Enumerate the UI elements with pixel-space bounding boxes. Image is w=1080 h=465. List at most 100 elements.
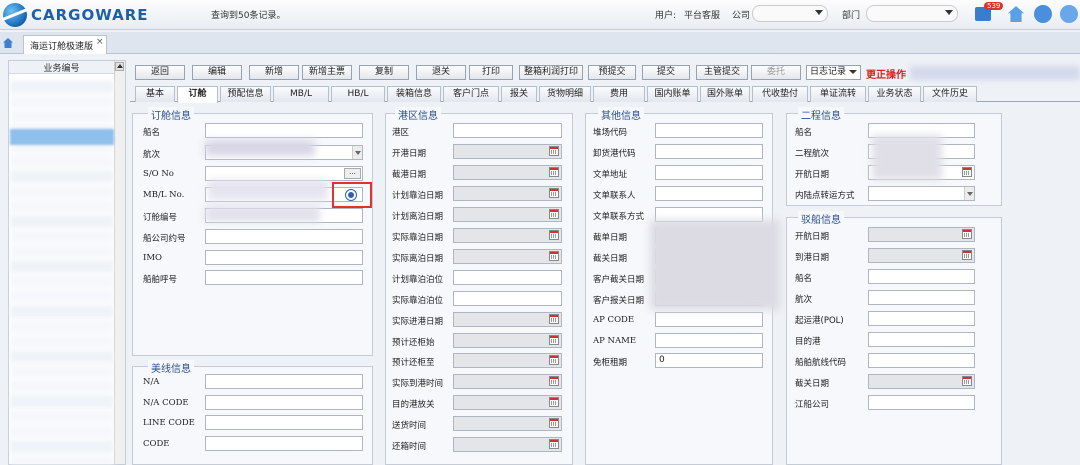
list-item[interactable] [10,350,114,363]
toolbar-button-5[interactable]: 退关 [416,65,466,80]
toolbar-button-7[interactable]: 整箱利润打印 [519,65,583,80]
calendar-icon[interactable] [962,376,972,386]
sidebar-scrollbar[interactable] [114,61,125,464]
toolbar-button-8[interactable]: 预提交 [588,65,636,80]
list-item[interactable] [10,260,114,273]
form-tab-9[interactable]: 费用 [593,86,645,102]
booking-input-5[interactable] [205,229,363,244]
form-tab-12[interactable]: 代收垫付 [752,86,808,102]
other-input-1[interactable] [655,144,763,159]
list-item[interactable] [10,215,114,228]
form-tab-14[interactable]: 业务状态 [868,86,921,102]
list-item[interactable] [10,110,114,123]
other-input-10[interactable] [655,333,763,348]
form-tab-8[interactable]: 货物明细 [539,86,591,102]
dept-select[interactable] [866,5,958,22]
port-input-7[interactable] [453,270,562,285]
toolbar-button-9[interactable]: 提交 [642,65,690,80]
port-input-14[interactable] [453,416,562,431]
calendar-icon[interactable] [549,397,559,407]
vessel-input-8[interactable] [868,395,975,410]
list-item[interactable] [10,395,114,408]
list-item[interactable] [10,230,114,243]
form-tab-3[interactable]: MB/L [273,86,329,102]
list-item[interactable] [10,200,114,213]
toolbar-button-2[interactable]: 新增 [249,65,299,80]
exit-icon[interactable] [1060,5,1078,23]
vessel-input-0[interactable] [868,227,975,242]
form-tab-2[interactable]: 预配信息 [220,86,271,102]
form-tab-0[interactable]: 基本 [135,86,175,102]
form-tab-13[interactable]: 单证流转 [810,86,866,102]
port-input-9[interactable] [453,312,562,327]
calendar-icon[interactable] [549,146,559,156]
vessel-input-5[interactable] [868,332,975,347]
close-icon[interactable]: × [96,37,104,47]
list-item[interactable] [10,155,114,168]
port-input-0[interactable] [453,123,562,138]
log-record-select[interactable]: 日志记录 [806,65,861,80]
other-input-3[interactable] [655,186,763,201]
list-item[interactable] [10,455,114,465]
toolbar-button-6[interactable]: 打印 [469,65,513,80]
calendar-icon[interactable] [549,251,559,261]
list-item[interactable] [10,380,114,393]
list-item[interactable] [10,290,114,303]
calendar-icon[interactable] [549,230,559,240]
booking-input-7[interactable] [205,270,363,285]
page-tab[interactable]: 海运订舱极速版 [23,35,107,54]
form-tab-7[interactable]: 报关 [501,86,537,102]
booking-input-2[interactable] [205,166,363,181]
list-item[interactable] [10,425,114,438]
mbl-radio-button[interactable] [345,189,357,201]
booking-input-0[interactable] [205,123,363,138]
port-input-2[interactable] [453,165,562,180]
other-input-0[interactable] [655,123,763,138]
toolbar-button-1[interactable]: 编辑 [192,65,242,80]
other-input-11[interactable]: 0 [655,353,763,368]
list-item[interactable] [10,320,114,333]
vessel-input-6[interactable] [868,353,975,368]
form-tab-5[interactable]: 装箱信息 [387,86,441,102]
voyage-more-button[interactable]: ... [344,168,361,179]
calendar-icon[interactable] [549,439,559,449]
list-item[interactable] [10,95,114,108]
correct-operation-link[interactable]: 更正操作 [866,66,906,81]
calendar-icon[interactable] [549,188,559,198]
chevron-down-icon[interactable] [352,146,362,159]
route-input-1[interactable] [205,395,363,410]
calendar-icon[interactable] [549,376,559,386]
vessel-input-3[interactable] [868,290,975,305]
list-item[interactable] [10,335,114,348]
port-input-6[interactable] [453,249,562,264]
port-input-13[interactable] [453,395,562,410]
form-tab-4[interactable]: HB/L [331,86,385,102]
list-item[interactable] [10,365,114,378]
port-input-11[interactable] [453,353,562,368]
route-input-2[interactable] [205,415,363,430]
list-item[interactable] [10,440,114,453]
vessel-input-1[interactable] [868,248,975,263]
toolbar-button-11[interactable]: 委托 [751,65,801,80]
port-input-5[interactable] [453,228,562,243]
calendar-icon[interactable] [549,335,559,345]
list-item[interactable] [10,185,114,198]
port-input-3[interactable] [453,186,562,201]
vessel-input-7[interactable] [868,374,975,389]
calendar-icon[interactable] [549,314,559,324]
form-tab-11[interactable]: 国外账单 [700,86,750,102]
toolbar-button-3[interactable]: 新增主票 [302,65,352,80]
form-tab-1[interactable]: 订舱 [177,86,218,103]
port-input-10[interactable] [453,333,562,348]
company-select[interactable] [752,5,828,22]
calendar-icon[interactable] [549,418,559,428]
calendar-icon[interactable] [549,209,559,219]
scroll-up-icon[interactable] [115,62,124,71]
calendar-icon[interactable] [962,167,972,177]
calendar-icon[interactable] [962,229,972,239]
list-item[interactable] [10,245,114,258]
vessel-input-4[interactable] [868,311,975,326]
toolbar-button-4[interactable]: 复制 [359,65,409,80]
route-input-0[interactable] [205,374,363,389]
form-tab-10[interactable]: 国内账单 [647,86,698,102]
